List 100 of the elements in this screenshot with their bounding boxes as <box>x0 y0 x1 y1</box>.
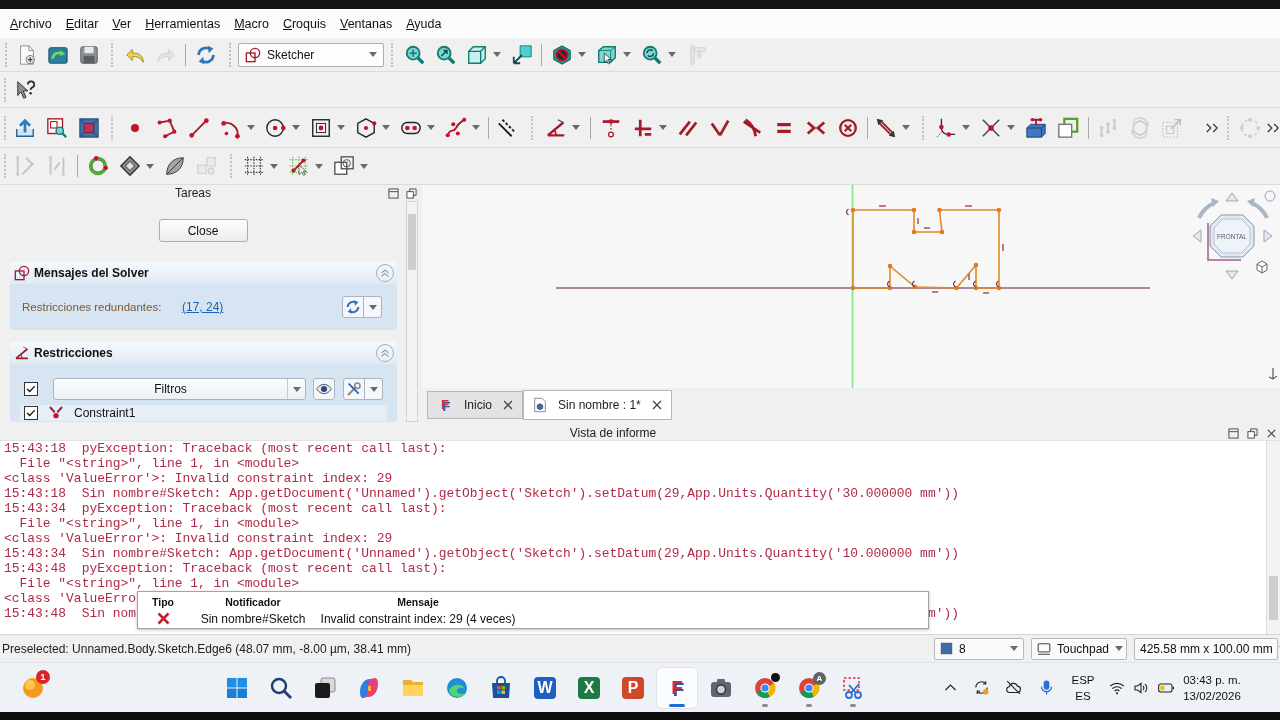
log-line: File "<string>", line 1, in <module> <box>18 576 300 591</box>
y-shape-icon <box>48 405 64 421</box>
log-line: 15:43:18 pyException: Traceback (most recent call last): <box>4 441 447 456</box>
vertex-point[interactable] <box>887 285 893 291</box>
menu-item[interactable]: Ventanas <box>340 15 393 32</box>
caret-icon <box>667 52 676 57</box>
section-cube-icon <box>78 116 100 139</box>
column-header: Mensaje <box>396 595 440 608</box>
workbench-select[interactable]: Sketcher <box>238 42 384 67</box>
log-line: <class 'ValueErro <box>4 591 136 606</box>
log-line-end: m')) <box>927 606 959 621</box>
vertex-point[interactable] <box>911 229 917 235</box>
app-logo: P <box>622 676 644 699</box>
document-tab[interactable]: Sin nombre : 1* <box>523 390 672 420</box>
vertex-point[interactable] <box>939 229 945 235</box>
vertex-point[interactable] <box>996 285 1002 291</box>
dot-icon <box>771 672 780 682</box>
scrollbar[interactable] <box>406 201 418 422</box>
taskbar-button[interactable]: X <box>569 667 609 708</box>
vertex-point[interactable] <box>850 207 856 213</box>
magnifier-arrow-icon <box>434 43 457 66</box>
checkbox[interactable] <box>24 406 38 420</box>
widget-button[interactable]: 1 <box>15 667 51 708</box>
collapse-button[interactable] <box>376 264 394 282</box>
navigation-style-select[interactable]: Touchpad <box>1031 637 1127 660</box>
menu-item[interactable]: Archivo <box>10 15 52 32</box>
window-icon[interactable] <box>1228 427 1239 439</box>
vertex-point[interactable] <box>937 207 942 213</box>
column-header: Notificador <box>224 595 282 608</box>
log-line: File "<string>", line 1, in <module> <box>18 456 300 471</box>
close-icon[interactable] <box>502 399 514 411</box>
volume-icon[interactable] <box>1132 679 1149 696</box>
vertex-point[interactable] <box>887 263 893 269</box>
vertex-point[interactable] <box>911 207 917 213</box>
menu-item[interactable]: Herramientas <box>145 15 221 32</box>
clock-date[interactable]: 13/02/2026 <box>1183 687 1241 704</box>
tangent-lines-icon <box>741 116 763 139</box>
menu-item[interactable]: Croquis <box>282 15 326 32</box>
scrollbar[interactable] <box>1266 441 1280 634</box>
vertex-point[interactable] <box>973 262 979 268</box>
vertex-point[interactable] <box>912 284 918 290</box>
upload-arrow-icon <box>14 116 36 139</box>
vertex-point[interactable] <box>850 285 856 291</box>
search-icon <box>269 675 293 700</box>
dropdown-button[interactable] <box>365 378 383 400</box>
sync-icon[interactable] <box>972 679 990 696</box>
profile-badge: A <box>813 671 826 685</box>
constraint-mark <box>845 208 850 216</box>
constraint-mark <box>964 205 973 207</box>
document-icon <box>532 397 548 413</box>
wrench-screwdriver-icon <box>346 381 362 397</box>
refresh-button[interactable] <box>342 296 364 318</box>
menu-item[interactable]: Editar <box>65 15 99 32</box>
dimensions-select[interactable]: 425.58 mm x 100.00 mm <box>1134 637 1278 660</box>
constraint-list-row[interactable]: Constraint1 <box>20 405 387 421</box>
taskbar-button[interactable]: W <box>525 667 565 708</box>
menu-item[interactable]: Ayuda <box>406 15 442 32</box>
taskbar-button[interactable]: F <box>657 667 697 708</box>
region-label[interactable]: ES <box>1075 687 1091 704</box>
vertex-point[interactable] <box>954 285 959 291</box>
curve-icon <box>444 116 467 139</box>
close-button[interactable]: Close <box>158 219 248 242</box>
hexagon-rotate-icon <box>1129 116 1151 139</box>
no-entry-hexagon-icon <box>550 43 573 66</box>
filter-select[interactable]: Filtros <box>53 378 306 400</box>
menu-item[interactable]: Macro <box>234 15 269 32</box>
close-icon[interactable] <box>650 399 663 411</box>
app-logo: X <box>578 676 600 699</box>
solver-message: Restricciones redundantes: <box>22 301 163 313</box>
vertex-point[interactable] <box>973 285 979 291</box>
dropdown-button[interactable] <box>364 296 382 318</box>
draw-style-select[interactable]: 8 <box>934 637 1024 660</box>
overlapping-windows-icon[interactable] <box>406 187 417 199</box>
settings-button[interactable] <box>343 378 365 400</box>
cloud-off-icon[interactable] <box>1004 679 1022 696</box>
menu-item[interactable]: Ver <box>112 15 132 32</box>
caret-icon <box>471 125 480 130</box>
taskbar-button[interactable]: P <box>613 667 653 708</box>
caret-icon <box>292 386 301 392</box>
window-icon[interactable] <box>388 187 399 199</box>
taskbar-button[interactable]: A <box>789 667 829 708</box>
language-label[interactable]: ESP <box>1071 671 1095 688</box>
checkbox[interactable] <box>24 382 38 396</box>
vertex-point[interactable] <box>996 207 1002 213</box>
x-mark-icon <box>155 611 171 626</box>
collapse-button[interactable] <box>376 344 394 362</box>
overlapping-squares-icon <box>332 155 355 177</box>
eye-icon <box>316 381 332 397</box>
constraints-link[interactable]: (17, 24) <box>182 300 224 314</box>
rectangle-icon <box>309 116 332 139</box>
status-message: Preselected: Unnamed.Body.Sketch.Edge6 (48.07 mm, -8.00 µm, 38.41 mm) <box>2 641 412 656</box>
clock-time[interactable]: 03:43 p. m. <box>1183 671 1241 688</box>
document-tab[interactable]: F Inicio <box>427 391 523 419</box>
sketch-profile[interactable] <box>852 209 1000 289</box>
circle-icon <box>264 116 287 139</box>
close-icon[interactable] <box>1266 427 1277 439</box>
constraint-name: Constraint1 <box>74 406 136 420</box>
overlapping-windows-icon[interactable] <box>1247 427 1258 439</box>
cube-icon[interactable] <box>1256 260 1268 274</box>
visibility-button[interactable] <box>313 378 335 400</box>
